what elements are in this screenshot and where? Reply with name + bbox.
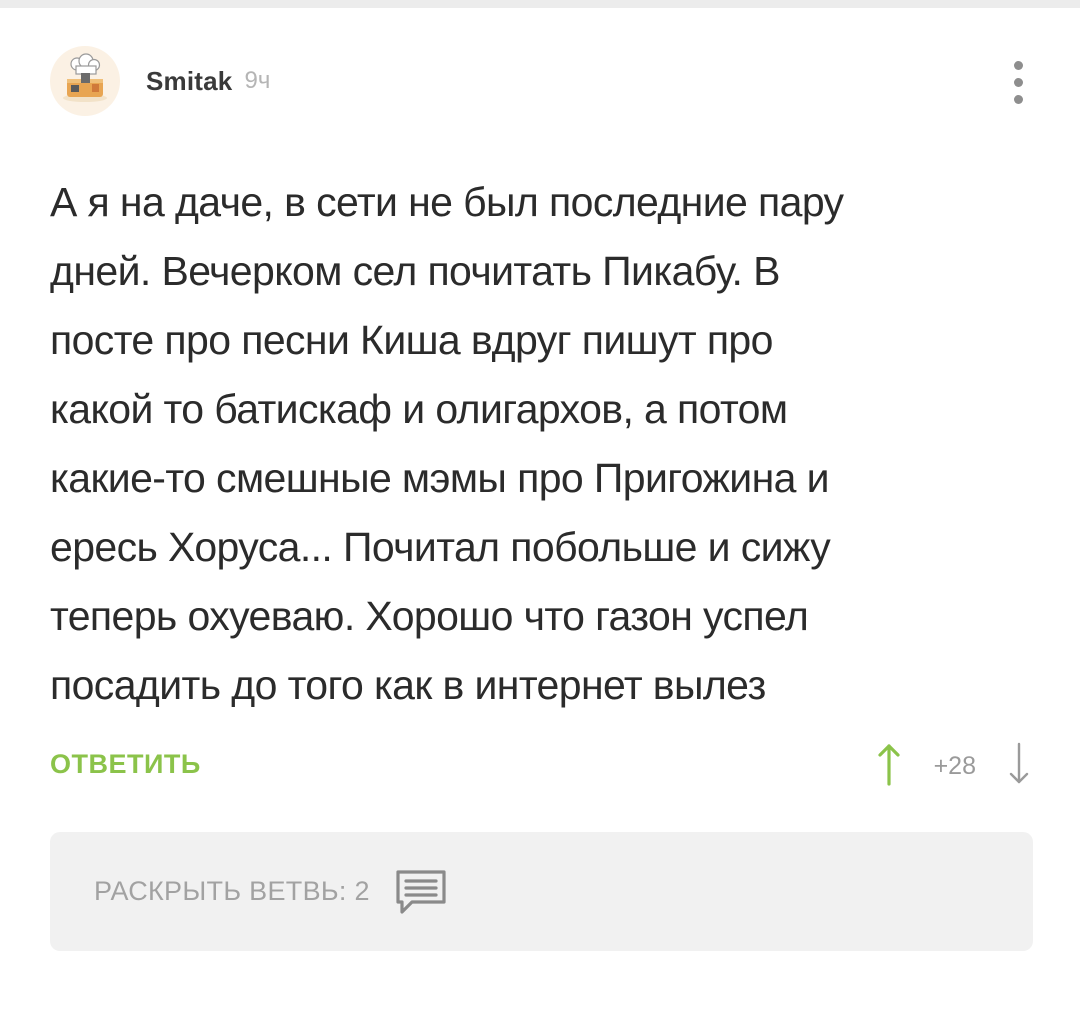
comment-card: Smitak 9ч А я на даче, в сети не был пос…: [0, 8, 1080, 1017]
comment-text-line: ересь Хоруса... Почитал побольше и сижу: [50, 524, 831, 570]
comment-text-line: какой то батискаф и олигархов, а потом: [50, 386, 788, 432]
arrow-down-icon: [1007, 742, 1031, 791]
more-options-button[interactable]: [1000, 52, 1036, 112]
comment-text: А я на даче, в сети не был последние пар…: [50, 168, 1040, 720]
rating-value: +28: [933, 751, 976, 780]
vote-down-button[interactable]: [1004, 740, 1034, 792]
expand-branch-label: РАСКРЫТЬ ВЕТВЬ: 2: [94, 876, 370, 906]
comment-text-line: посадить до того как в интернет вылез: [50, 662, 766, 708]
expand-branch-button[interactable]: РАСКРЫТЬ ВЕТВЬ: 2: [50, 832, 1033, 951]
comment-text-line: теперь охуеваю. Хорошо что газон успел: [50, 593, 809, 639]
arrow-up-icon: [877, 742, 901, 791]
vote-up-button[interactable]: [874, 740, 904, 792]
author-name[interactable]: Smitak: [146, 66, 232, 97]
comment-time: 9ч: [244, 67, 271, 94]
rating-controls: +28: [874, 736, 1034, 796]
comment-lines-icon: [392, 866, 450, 918]
comment-text-line: дней. Вечерком сел почитать Пикабу. В: [50, 248, 780, 294]
top-divider: [0, 0, 1080, 8]
more-vertical-icon: [1013, 60, 1023, 104]
comment-text-line: посте про песни Киша вдруг пишут про: [50, 317, 773, 363]
comment-text-line: какие-то смешные мэмы про Пригожина и: [50, 455, 830, 501]
avatar[interactable]: [50, 46, 120, 116]
chef-avatar-icon: [57, 51, 113, 112]
reply-button[interactable]: ОТВЕТИТЬ: [50, 749, 201, 780]
comment-text-line: А я на даче, в сети не был последние пар…: [50, 179, 844, 225]
comment-header: Smitak 9ч: [50, 46, 270, 116]
